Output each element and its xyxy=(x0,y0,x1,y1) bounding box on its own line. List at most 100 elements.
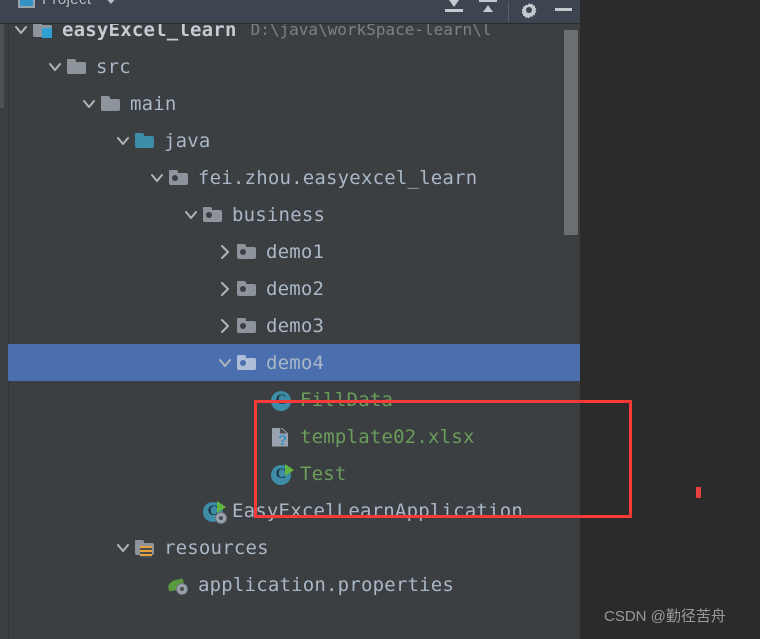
tree-row[interactable]: main xyxy=(8,85,580,122)
toolbar-divider xyxy=(508,2,509,22)
tree-node-label: src xyxy=(96,55,131,78)
settings-button[interactable] xyxy=(512,0,546,24)
tree-node-icon xyxy=(236,241,258,263)
tree-row[interactable]: business xyxy=(8,196,580,233)
source-root-folder-icon xyxy=(135,132,154,148)
tree-node-label: template02.xlsx xyxy=(300,425,475,448)
tree-row[interactable]: C Test xyxy=(8,455,580,492)
tree-node-icon xyxy=(32,24,54,41)
tree-node-icon xyxy=(236,352,258,374)
spring-badge-icon xyxy=(215,511,227,524)
java-class-icon: C xyxy=(271,390,291,411)
chevron-down-icon[interactable] xyxy=(112,122,134,159)
chevron-down-icon[interactable] xyxy=(44,48,66,85)
project-icon xyxy=(18,0,35,8)
annotation-dot xyxy=(696,487,701,498)
folder-icon xyxy=(101,95,120,111)
tree-row[interactable]: src xyxy=(8,48,580,85)
gear-icon xyxy=(519,2,539,22)
tree-node-label: FillData xyxy=(300,388,394,411)
tree-row[interactable]: C FillData xyxy=(8,381,580,418)
project-tree-panel[interactable]: easyExcel_learn D:\java\workSpace-learn\l… xyxy=(0,24,580,639)
tree-node-icon: C xyxy=(202,500,227,524)
tree-node-label: fei.zhou.easyexcel_learn xyxy=(198,166,478,189)
tree-node-label: demo4 xyxy=(266,351,325,374)
spring-gear-badge-icon xyxy=(176,582,188,595)
tree-node-icon: C xyxy=(270,463,294,485)
tree-node-label: main xyxy=(130,92,177,115)
chevron-down-icon[interactable] xyxy=(102,0,119,4)
chevron-right-icon[interactable] xyxy=(214,270,236,307)
tree-row[interactable]: demo2 xyxy=(8,270,580,307)
project-tab[interactable]: Project xyxy=(18,0,119,8)
collapse-all-button[interactable] xyxy=(437,0,471,24)
package-folder-icon xyxy=(169,169,188,185)
tree-node-label: easyExcel_learn xyxy=(62,24,237,41)
tree-node-icon xyxy=(134,130,156,152)
chevron-down-icon[interactable] xyxy=(112,529,134,566)
tree-node-path: D:\java\workSpace-learn\l xyxy=(250,24,492,39)
collapse-all-icon xyxy=(445,0,463,20)
tree-row[interactable]: easyExcel_learn D:\java\workSpace-learn\l xyxy=(8,24,580,48)
run-arrow-icon xyxy=(285,463,294,476)
tree-node-label: Test xyxy=(300,462,347,485)
tree-row[interactable]: demo4 xyxy=(8,344,580,381)
gutter-marker xyxy=(0,24,4,108)
tree-node-label: EasyExcelLearnApplication xyxy=(232,499,523,522)
chevron-right-icon[interactable] xyxy=(214,307,236,344)
tree-row[interactable]: application.properties xyxy=(8,566,580,603)
tool-window-title: Project xyxy=(42,0,92,8)
resource-root-folder-icon xyxy=(135,539,154,558)
toolbar-actions xyxy=(437,0,580,24)
tree-node-icon: ? xyxy=(270,426,292,448)
expand-all-button[interactable] xyxy=(471,0,505,24)
tree-row[interactable]: fei.zhou.easyexcel_learn xyxy=(8,159,580,196)
expand-all-icon xyxy=(479,0,497,20)
tree-row[interactable]: resources xyxy=(8,529,580,566)
tree-row[interactable]: demo1 xyxy=(8,233,580,270)
minimize-icon xyxy=(554,7,572,11)
tree-node-label: demo2 xyxy=(266,277,325,300)
run-arrow-icon xyxy=(217,500,226,513)
chevron-right-icon[interactable] xyxy=(214,233,236,270)
tree-row[interactable]: C EasyExcelLearnApplication xyxy=(8,492,580,529)
package-folder-icon xyxy=(237,317,256,333)
chevron-down-icon[interactable] xyxy=(146,159,168,196)
tree-row[interactable]: demo3 xyxy=(8,307,580,344)
tree-row[interactable]: ? template02.xlsx xyxy=(8,418,580,455)
chevron-down-icon[interactable] xyxy=(78,85,100,122)
vertical-scrollbar-thumb[interactable] xyxy=(564,30,578,235)
chevron-down-icon[interactable] xyxy=(10,24,32,48)
folder-icon xyxy=(67,58,86,74)
tree-node-icon xyxy=(134,537,156,559)
tree-node-icon: C xyxy=(270,389,292,411)
tree-node-label: application.properties xyxy=(198,573,455,596)
tree-node-icon xyxy=(100,93,122,115)
package-folder-icon xyxy=(237,280,256,296)
hide-tool-window-button[interactable] xyxy=(546,0,580,24)
tree-row[interactable]: java xyxy=(8,122,580,159)
tree-node-icon xyxy=(236,315,258,337)
unknown-file-icon: ? xyxy=(272,427,288,448)
chevron-down-icon[interactable] xyxy=(214,344,236,381)
tree-node-icon xyxy=(236,278,258,300)
tree-node-icon xyxy=(168,167,190,189)
chevron-down-icon[interactable] xyxy=(180,196,202,233)
tree-node-label: resources xyxy=(164,536,269,559)
watermark: CSDN @勤径苦舟 xyxy=(604,608,726,625)
package-folder-icon xyxy=(237,354,256,370)
